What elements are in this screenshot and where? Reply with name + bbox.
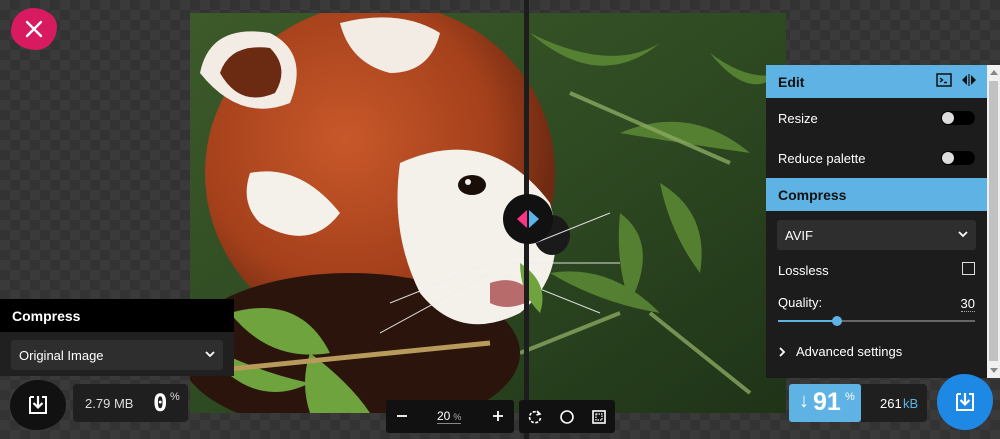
arrow-right-icon — [529, 210, 539, 228]
left-compress-heading: Compress — [0, 299, 234, 332]
close-button[interactable] — [11, 8, 57, 50]
original-size-info: 2.79 MB 0 % — [73, 384, 188, 422]
download-compressed-button[interactable] — [937, 374, 993, 430]
zoom-in-button[interactable] — [488, 406, 508, 426]
left-options-panel: Compress Original Image — [0, 299, 234, 376]
reduce-palette-label: Reduce palette — [778, 151, 866, 166]
compress-section-header: Compress — [766, 178, 987, 211]
quality-slider[interactable] — [778, 316, 975, 326]
left-method-select[interactable]: Original Image — [11, 340, 223, 370]
edit-section-header: Edit — [766, 65, 987, 98]
left-method-selected-value: Original Image — [19, 348, 104, 363]
arrow-down-icon: ↓ — [799, 390, 809, 412]
swap-sides-icon[interactable] — [961, 73, 977, 87]
compressed-file-size: 261 kB — [861, 384, 927, 422]
compressed-size-info: ↓ 91 % 261 kB — [789, 384, 927, 422]
compressed-size-value: 261 — [880, 396, 902, 411]
zoom-level-input[interactable]: 20% — [437, 409, 462, 424]
scroll-up-icon[interactable] — [990, 70, 998, 75]
compressed-reduction-unit: % — [845, 391, 855, 403]
minus-icon — [397, 415, 407, 417]
lossless-row: Lossless — [766, 250, 987, 286]
reduce-palette-row: Reduce palette — [766, 138, 987, 178]
background-toggle-button[interactable] — [557, 407, 577, 427]
chevron-down-icon — [958, 231, 968, 238]
resize-toggle[interactable] — [941, 111, 975, 125]
scrollbar-thumb[interactable] — [989, 81, 998, 361]
quality-label: Quality: — [778, 295, 823, 310]
quality-slider-knob[interactable] — [832, 316, 843, 326]
close-icon — [25, 20, 43, 38]
quality-row: Quality: 30 — [766, 286, 987, 334]
toggle-knob — [942, 112, 954, 124]
download-icon — [29, 396, 47, 414]
codec-select[interactable]: AVIF — [777, 220, 976, 250]
zoom-controls: 20% — [386, 400, 514, 433]
edit-heading: Edit — [778, 74, 805, 90]
chevron-right-icon — [779, 347, 786, 357]
red-panda-photo — [190, 13, 786, 413]
reduce-palette-toggle[interactable] — [941, 151, 975, 165]
comparison-slider-handle[interactable] — [503, 194, 553, 244]
compressed-size-unit: kB — [903, 396, 919, 411]
original-reduction-unit: % — [170, 391, 180, 403]
crop-square-icon — [592, 410, 606, 424]
codec-selected-value: AVIF — [785, 228, 813, 243]
compress-heading: Compress — [778, 187, 847, 203]
rotate-button[interactable] — [525, 407, 545, 427]
advanced-settings-toggle[interactable]: Advanced settings — [766, 334, 987, 368]
reduction-badge: ↓ 91 % — [789, 384, 861, 422]
chevron-down-icon — [205, 351, 215, 358]
advanced-settings-label: Advanced settings — [796, 344, 903, 359]
options-scrollbar[interactable] — [987, 65, 1000, 378]
download-original-button[interactable] — [10, 380, 66, 430]
image-comparison-view[interactable] — [190, 13, 786, 413]
rotate-icon — [528, 410, 542, 424]
toggle-knob — [942, 152, 954, 164]
lossless-checkbox[interactable] — [962, 262, 975, 275]
arrow-left-icon — [517, 210, 527, 228]
zoom-out-button[interactable] — [392, 406, 412, 426]
quality-slider-fill — [778, 320, 838, 322]
right-options-panel: Edit Resize Reduce palette Compress AVIF… — [766, 65, 987, 378]
terminal-icon[interactable] — [936, 73, 952, 87]
quality-value-input[interactable]: 30 — [960, 296, 975, 312]
circle-icon — [560, 410, 574, 424]
original-file-size: 2.79 MB — [85, 396, 134, 411]
fit-view-button[interactable] — [589, 407, 609, 427]
resize-row: Resize — [766, 98, 987, 138]
download-icon — [956, 393, 974, 411]
resize-label: Resize — [778, 111, 818, 126]
lossless-label: Lossless — [778, 263, 829, 278]
scroll-down-icon[interactable] — [990, 368, 998, 373]
plus-icon — [493, 411, 503, 421]
view-tools — [519, 400, 615, 433]
original-reduction-value: 0 — [153, 389, 168, 417]
compressed-reduction-value: 91 — [813, 388, 841, 416]
